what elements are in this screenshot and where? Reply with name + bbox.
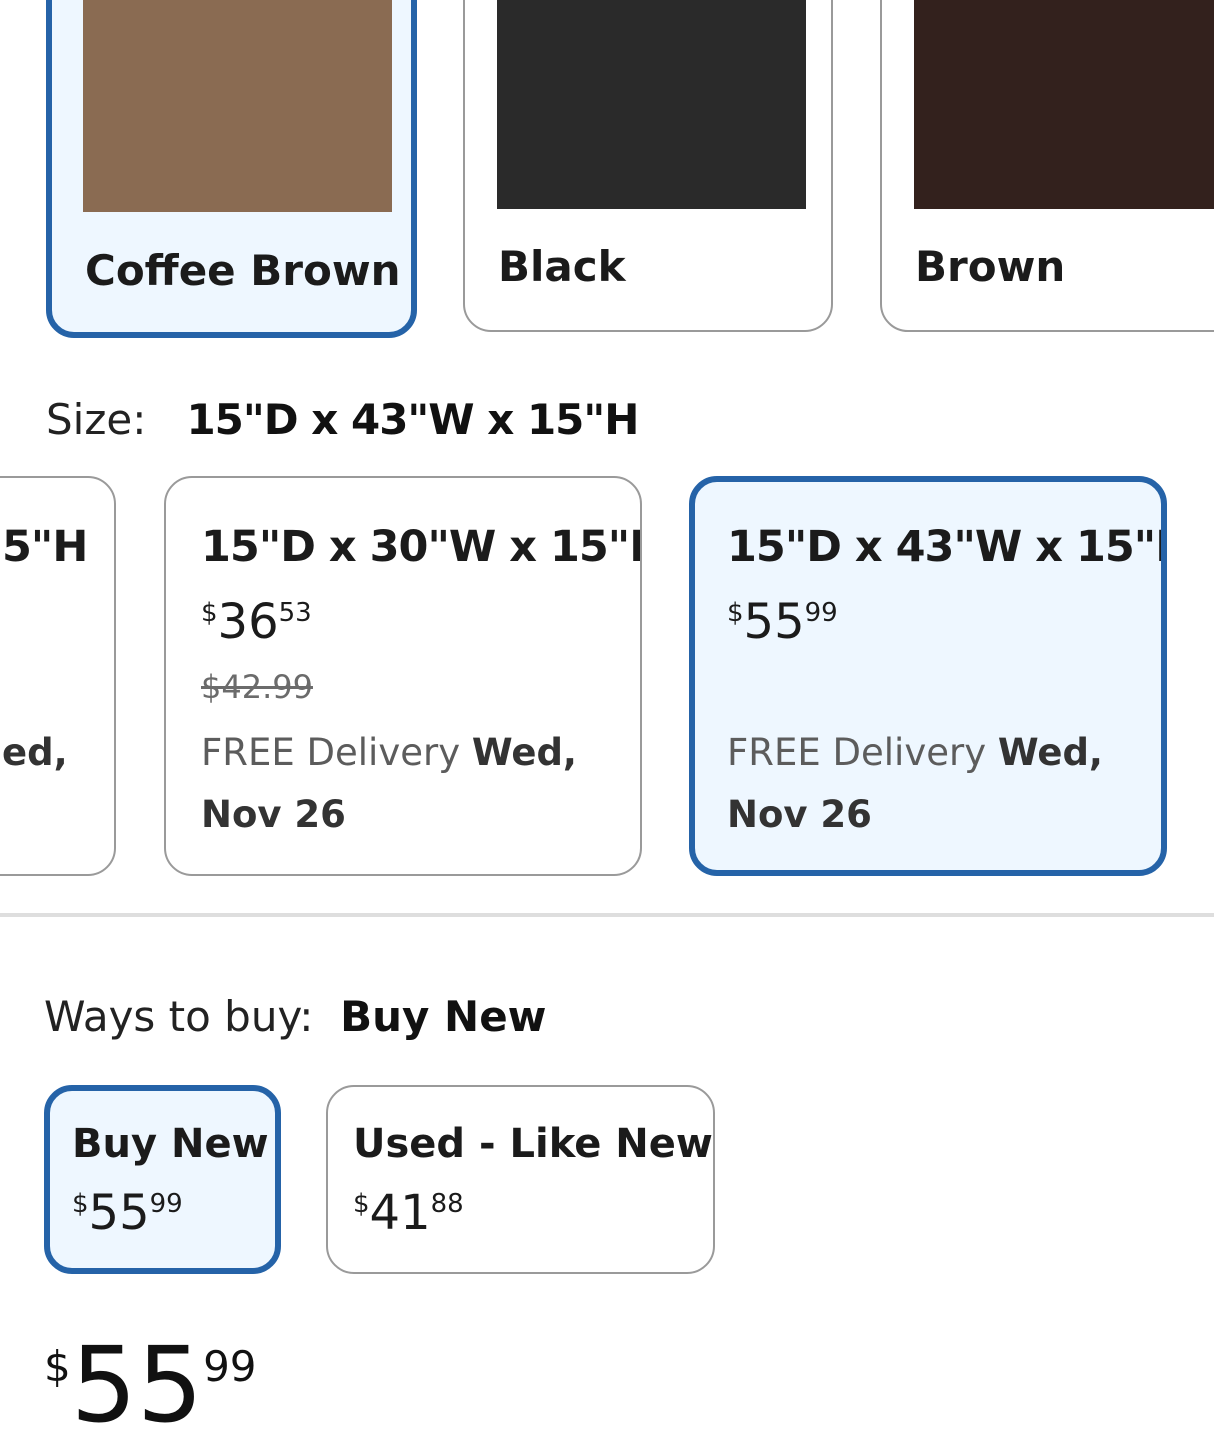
size-label: Size: [46,395,147,444]
buy-option-title: Buy New [72,1121,269,1167]
swatch-image-brown [914,0,1214,209]
ways-to-buy-label: Ways to buy: Buy New [44,992,547,1041]
color-option-brown[interactable]: Brown [880,0,1214,332]
price-dollars: 55 [70,1324,204,1446]
swatch-label: Coffee Brown [85,246,401,295]
currency-symbol: $ [44,1342,71,1391]
current-price: $5599 [44,1330,257,1440]
buy-option-used-like-new[interactable]: Used - Like New $4188 [326,1085,715,1274]
section-divider [0,913,1214,917]
delivery-text: ed, [2,731,68,774]
size-option-price: $5599 [727,594,838,650]
delivery-text: FREE Delivery Wed, Nov 26 [201,731,577,836]
buy-option-new[interactable]: Buy New $5599 [44,1085,281,1274]
currency-symbol: $ [201,598,218,628]
size-option-15x30x15[interactable]: 15"D x 30"W x 15"H $3653 $42.99 FREE Del… [164,476,642,876]
ways-to-buy-selected: Buy New [340,992,547,1041]
size-option-title: 5"H [2,522,88,572]
size-selected-value: 15"D x 43"W x 15"H [186,395,639,444]
color-option-black[interactable]: Black [463,0,833,332]
swatch-image-coffee-brown [83,0,392,212]
list-price: $42.99 [201,668,313,706]
swatch-label: Brown [915,242,1066,291]
size-option-title: 15"D x 30"W x 15"H [201,522,642,572]
buy-option-price: $5599 [72,1185,183,1241]
size-option-partial[interactable]: 5"H ed, [0,476,116,876]
delivery-text: FREE Delivery Wed, Nov 26 [727,731,1103,836]
buy-option-title: Used - Like New [353,1121,713,1167]
size-option-15x43x15[interactable]: 15"D x 43"W x 15"H $5599 FREE Delivery W… [689,476,1167,876]
size-option-title: 15"D x 43"W x 15"H [727,522,1167,572]
size-section-label: Size: 15"D x 43"W x 15"H [46,395,639,444]
swatch-label: Black [498,242,626,291]
size-option-price: $3653 [201,594,312,650]
price-cents: 99 [203,1342,257,1391]
color-option-coffee-brown[interactable]: Coffee Brown [46,0,417,338]
buy-option-price: $4188 [353,1185,464,1241]
swatch-image-black [497,0,806,209]
